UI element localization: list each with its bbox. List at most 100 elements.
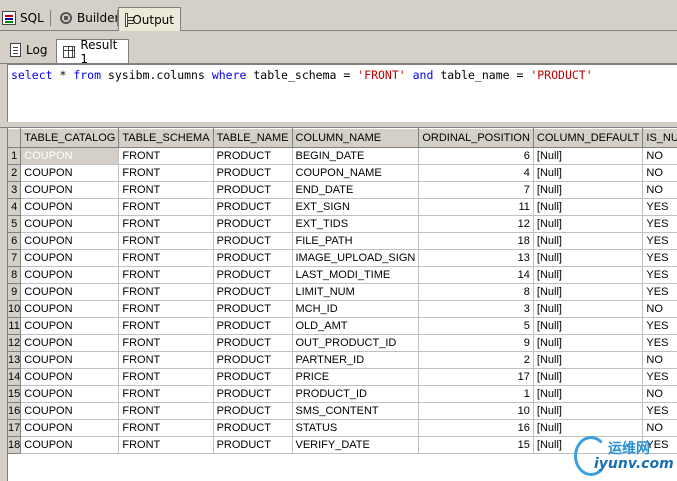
table-cell[interactable]: COUPON (20, 181, 120, 199)
table-cell[interactable]: FRONT (118, 266, 214, 284)
table-cell[interactable]: PARTNER_ID (292, 351, 420, 369)
table-cell[interactable]: FRONT (118, 181, 214, 199)
table-cell[interactable]: FRONT (118, 283, 214, 301)
table-row[interactable]: 14 COUPON FRONT PRODUCT PRICE 17 [Null] YES (8, 368, 677, 386)
table-cell[interactable]: COUPON (20, 249, 120, 267)
table-cell[interactable]: COUPON (20, 232, 120, 250)
table-cell[interactable]: FRONT (118, 385, 214, 403)
row-number[interactable]: 5 (8, 215, 22, 233)
table-cell[interactable]: FILE_PATH (292, 232, 420, 250)
row-number[interactable]: 11 (8, 317, 22, 335)
table-cell[interactable]: PRODUCT (213, 198, 293, 216)
table-cell[interactable]: PRODUCT (213, 436, 293, 454)
table-row[interactable]: 8 COUPON FRONT PRODUCT LAST_MODI_TIME 14 [Null… (8, 266, 677, 284)
table-cell[interactable]: YES (642, 402, 677, 420)
result-grid[interactable]: TABLE_CATALOG TABLE_SCHEMA TABLE_NAME CO… (7, 128, 677, 481)
table-cell[interactable]: [Null] (533, 317, 644, 335)
column-header[interactable]: TABLE_NAME (213, 128, 293, 148)
table-cell[interactable]: YES (642, 283, 677, 301)
column-header[interactable]: IS_NU (642, 128, 677, 148)
table-row[interactable]: 12 COUPON FRONT PRODUCT OUT_PRODUCT_ID 9 [Null… (8, 334, 677, 352)
table-cell[interactable]: PRODUCT (213, 266, 293, 284)
table-cell[interactable]: 3 (418, 300, 534, 318)
column-header[interactable]: TABLE_SCHEMA (118, 128, 214, 148)
table-row[interactable]: 11 COUPON FRONT PRODUCT OLD_AMT 5 [Null] YES (8, 317, 677, 335)
table-cell[interactable]: 13 (418, 249, 534, 267)
table-cell[interactable]: [Null] (533, 300, 644, 318)
table-cell[interactable]: VERIFY_DATE (292, 436, 420, 454)
sql-editor[interactable]: select * from sysibm.columns where table… (7, 64, 677, 122)
table-cell[interactable]: FRONT (118, 164, 214, 182)
table-cell[interactable]: FRONT (118, 419, 214, 437)
table-cell[interactable]: COUPON (20, 419, 120, 437)
table-cell[interactable]: NO (642, 181, 677, 199)
table-cell[interactable]: 14 (418, 266, 534, 284)
table-cell[interactable]: PRODUCT (213, 385, 293, 403)
table-cell[interactable]: END_DATE (292, 181, 420, 199)
table-cell[interactable]: COUPON (20, 334, 120, 352)
table-cell[interactable]: [Null] (533, 351, 644, 369)
table-cell[interactable]: BEGIN_DATE (292, 147, 420, 165)
column-header[interactable]: COLUMN_DEFAULT (533, 128, 644, 148)
tab-output[interactable]: Output (118, 7, 181, 31)
table-cell[interactable]: 4 (418, 164, 534, 182)
table-cell[interactable]: PRICE (292, 368, 420, 386)
table-cell[interactable]: [Null] (533, 164, 644, 182)
table-cell[interactable]: 8 (418, 283, 534, 301)
table-cell[interactable]: PRODUCT (213, 368, 293, 386)
table-cell[interactable]: 7 (418, 181, 534, 199)
row-number[interactable]: 7 (8, 249, 22, 267)
table-cell[interactable]: YES (642, 334, 677, 352)
table-cell[interactable]: [Null] (533, 368, 644, 386)
row-number[interactable]: 10 (8, 300, 22, 318)
table-cell[interactable]: FRONT (118, 215, 214, 233)
table-cell[interactable]: PRODUCT (213, 164, 293, 182)
row-number[interactable]: 12 (8, 334, 22, 352)
table-cell[interactable]: YES (642, 266, 677, 284)
table-cell[interactable]: COUPON (20, 283, 120, 301)
table-cell[interactable]: YES (642, 368, 677, 386)
table-cell[interactable]: NO (642, 300, 677, 318)
table-cell[interactable]: FRONT (118, 232, 214, 250)
tab-sql[interactable]: SQL (0, 7, 50, 29)
table-cell[interactable]: YES (642, 198, 677, 216)
table-row[interactable]: 15 COUPON FRONT PRODUCT PRODUCT_ID 1 [Null] NO (8, 385, 677, 403)
table-cell[interactable]: [Null] (533, 232, 644, 250)
table-cell[interactable]: [Null] (533, 181, 644, 199)
table-cell[interactable]: NO (642, 351, 677, 369)
table-cell[interactable]: 2 (418, 351, 534, 369)
table-cell[interactable]: 12 (418, 215, 534, 233)
row-number[interactable]: 6 (8, 232, 22, 250)
table-cell[interactable]: PRODUCT (213, 419, 293, 437)
table-cell[interactable]: PRODUCT (213, 249, 293, 267)
table-cell[interactable]: FRONT (118, 147, 214, 165)
table-cell[interactable]: NO (642, 164, 677, 182)
tab-log[interactable]: Log (4, 39, 53, 61)
table-cell[interactable]: COUPON (20, 266, 120, 284)
row-number[interactable]: 16 (8, 402, 22, 420)
table-cell[interactable]: PRODUCT (213, 283, 293, 301)
tab-result-1[interactable]: Result 1 (56, 38, 129, 66)
table-row[interactable]: 10 COUPON FRONT PRODUCT MCH_ID 3 [Null] NO (8, 300, 677, 318)
table-cell[interactable]: PRODUCT (213, 402, 293, 420)
table-cell[interactable]: PRODUCT (213, 181, 293, 199)
table-cell[interactable]: YES (642, 317, 677, 335)
table-cell[interactable]: COUPON (20, 147, 120, 165)
table-cell[interactable]: [Null] (533, 385, 644, 403)
table-cell[interactable]: NO (642, 385, 677, 403)
row-number[interactable]: 4 (8, 198, 22, 216)
table-cell[interactable]: PRODUCT (213, 147, 293, 165)
table-cell[interactable]: COUPON (20, 215, 120, 233)
table-cell[interactable]: SMS_CONTENT (292, 402, 420, 420)
table-cell[interactable]: [Null] (533, 198, 644, 216)
row-number[interactable]: 15 (8, 385, 22, 403)
table-cell[interactable]: 11 (418, 198, 534, 216)
table-cell[interactable]: LIMIT_NUM (292, 283, 420, 301)
table-row[interactable]: 1 COUPON FRONT PRODUCT BEGIN_DATE 6 [Null] NO (8, 147, 677, 165)
table-cell[interactable]: OLD_AMT (292, 317, 420, 335)
table-cell[interactable]: IMAGE_UPLOAD_SIGN (292, 249, 420, 267)
table-cell[interactable]: COUPON (20, 300, 120, 318)
table-cell[interactable]: YES (642, 232, 677, 250)
column-header[interactable]: ORDINAL_POSITION (418, 128, 534, 148)
table-cell[interactable]: LAST_MODI_TIME (292, 266, 420, 284)
